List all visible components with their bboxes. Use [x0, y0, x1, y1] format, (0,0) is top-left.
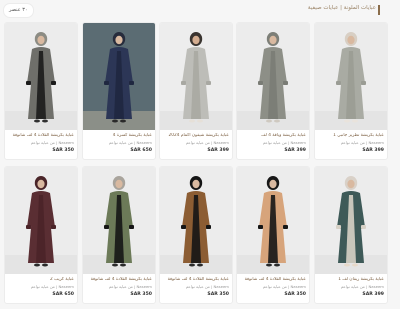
product-card[interactable]: عباية بكريشة كسرة 4 Naseem | من عباية نوا…	[82, 22, 156, 160]
product-image[interactable]	[315, 23, 387, 130]
product-image[interactable]	[237, 167, 309, 274]
product-price: SAR 650	[130, 148, 152, 153]
product-image[interactable]	[5, 23, 77, 130]
product-card[interactable]: عباية بكريشة ريفان لف 1 Naseem | من عباية…	[314, 166, 388, 304]
product-price: SAR 350	[284, 292, 306, 297]
product-card[interactable]: عباية بكريشة القلادة 4 لف شانوفة Naseem |…	[4, 22, 78, 160]
product-name[interactable]: عباية بكريشة كسرة 4	[86, 133, 152, 138]
product-name[interactable]: عباية بكريشة شيفون اكمام 2024	[163, 133, 229, 138]
product-brand: Naseem | من عباية نواعم	[262, 284, 306, 289]
product-brand: Naseem | من عباية نواعم	[30, 284, 74, 289]
product-image[interactable]	[83, 167, 155, 274]
product-grid: عباية بكريشة تطريز جانبي 1 Naseem | من عب…	[4, 22, 390, 304]
product-card[interactable]: عباية بكريشة القلادة 4 لف شانوفة Naseem |…	[159, 166, 233, 304]
product-brand: Naseem | من عباية نواعم	[340, 284, 384, 289]
product-price: SAR 399	[362, 148, 384, 153]
product-image[interactable]	[160, 23, 232, 130]
product-brand: Naseem | من عباية نواعم	[108, 140, 152, 145]
product-price: SAR 350	[130, 292, 152, 297]
product-info: عباية بكريشة ريفان لف 1 Naseem | من عباية…	[318, 277, 384, 297]
product-info: عباية بكريشة القلادة 4 لف شانوفة Naseem |…	[163, 277, 229, 297]
product-price: SAR 399	[284, 148, 306, 153]
page-header: ٣٠ عنصر عبايات الملونة | عبايات صيفية	[0, 0, 400, 20]
product-brand: Naseem | من عباية نواعم	[262, 140, 306, 145]
product-card[interactable]: عباية بكريشة تطريز جانبي 1 Naseem | من عب…	[314, 22, 388, 160]
product-name[interactable]: عباية بكريشة تطريز جانبي 1	[318, 133, 384, 138]
product-info: عباية بكريشة القلادة 4 لف شانوفة Naseem |…	[86, 277, 152, 297]
product-image[interactable]	[237, 23, 309, 130]
product-card[interactable]: عباية بكريشة وياقة 4 لف Naseem | من عباية…	[236, 22, 310, 160]
product-image[interactable]	[83, 23, 155, 130]
product-brand: Naseem | من عباية نواعم	[185, 284, 229, 289]
product-card[interactable]: عباية كريب 2 Naseem | من عباية نواعم SAR 6…	[4, 166, 78, 304]
product-image[interactable]	[5, 167, 77, 274]
product-name[interactable]: عباية بكريشة ريفان لف 1	[318, 277, 384, 282]
product-image[interactable]	[160, 167, 232, 274]
product-name[interactable]: عباية كريب 2	[8, 277, 74, 282]
results-count-badge: ٣٠ عنصر	[3, 3, 34, 18]
product-info: عباية بكريشة القلادة 4 لف شانوفة Naseem |…	[8, 133, 74, 153]
product-brand: Naseem | من عباية نواعم	[185, 140, 229, 145]
product-name[interactable]: عباية بكريشة القلادة 4 لف شانوفة	[240, 277, 306, 282]
product-price: SAR 399	[362, 292, 384, 297]
product-brand: Naseem | من عباية نواعم	[340, 140, 384, 145]
product-price: SAR 399	[207, 148, 229, 153]
product-info: عباية بكريشة كسرة 4 Naseem | من عباية نوا…	[86, 133, 152, 153]
product-price: SAR 350	[207, 292, 229, 297]
product-price: SAR 650	[52, 292, 74, 297]
product-name[interactable]: عباية بكريشة وياقة 4 لف	[240, 133, 306, 138]
product-info: عباية بكريشة شيفون اكمام 2024 Naseem | من…	[163, 133, 229, 153]
product-brand: Naseem | من عباية نواعم	[30, 140, 74, 145]
product-info: عباية بكريشة وياقة 4 لف Naseem | من عباية…	[240, 133, 306, 153]
product-price: SAR 350	[52, 148, 74, 153]
product-card[interactable]: عباية بكريشة شيفون اكمام 2024 Naseem | من…	[159, 22, 233, 160]
product-info: عباية بكريشة تطريز جانبي 1 Naseem | من عب…	[318, 133, 384, 153]
product-image[interactable]	[315, 167, 387, 274]
product-name[interactable]: عباية بكريشة القلادة 4 لف شانوفة	[163, 277, 229, 282]
product-name[interactable]: عباية بكريشة القلادة 4 لف شانوفة	[8, 133, 74, 138]
breadcrumb[interactable]: عبايات الملونة | عبايات صيفية	[308, 5, 376, 11]
product-brand: Naseem | من عباية نواعم	[108, 284, 152, 289]
title-accent-bar	[378, 5, 380, 15]
product-card[interactable]: عباية بكريشة القلادة 4 لف شانوفة Naseem |…	[82, 166, 156, 304]
product-name[interactable]: عباية بكريشة القلادة 4 لف شانوفة	[86, 277, 152, 282]
product-info: عباية كريب 2 Naseem | من عباية نواعم SAR 6…	[8, 277, 74, 297]
product-card[interactable]: عباية بكريشة القلادة 4 لف شانوفة Naseem |…	[236, 166, 310, 304]
product-info: عباية بكريشة القلادة 4 لف شانوفة Naseem |…	[240, 277, 306, 297]
